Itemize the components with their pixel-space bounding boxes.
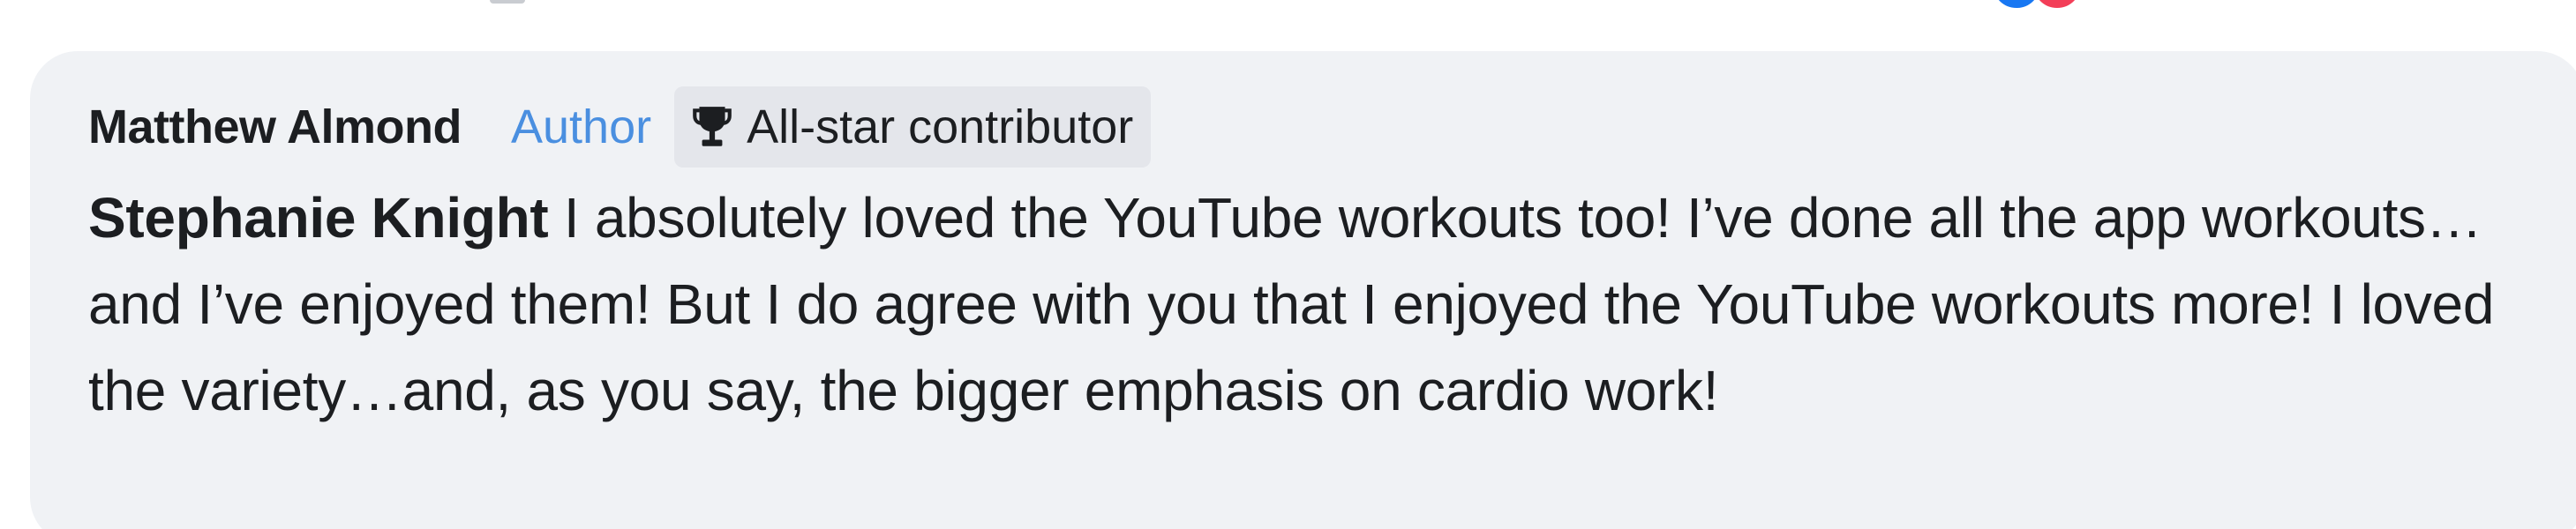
comment-text: Stephanie Knight I absolutely loved the … [88, 175, 2550, 434]
reaction-icons[interactable] [1990, 0, 2084, 11]
author-badge: Author [510, 101, 652, 153]
like-reaction-icon [1990, 0, 2043, 11]
mentioned-user[interactable]: Stephanie Knight [88, 186, 549, 250]
all-star-contributor-badge[interactable]: All-star contributor [674, 86, 1152, 168]
comment-author-name[interactable]: Matthew Almond [88, 100, 462, 154]
contributor-badge-label: All-star contributor [747, 101, 1134, 153]
comment-screenshot: Matthew Almond Author All-star contribut… [0, 0, 2576, 529]
trophy-icon [693, 107, 732, 146]
comment-header: Matthew Almond Author All-star contribut… [88, 85, 2576, 169]
cropped-content-fragment [490, 0, 525, 4]
comment-bubble: Matthew Almond Author All-star contribut… [30, 51, 2576, 529]
love-reaction-icon [2031, 0, 2084, 11]
